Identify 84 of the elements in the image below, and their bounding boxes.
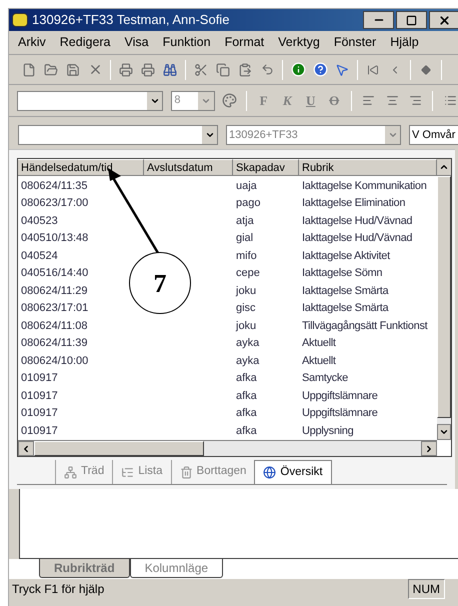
scroll-thumb[interactable] bbox=[34, 441, 204, 456]
table-cell-text: 080623/17:01 bbox=[20, 301, 88, 316]
menu-item[interactable]: Hjälp bbox=[390, 33, 419, 52]
table-cell-text: atja bbox=[235, 214, 255, 229]
view-tab[interactable]: Lista bbox=[112, 460, 171, 484]
table-cell-text: Aktuellt bbox=[301, 336, 337, 352]
trash-icon bbox=[180, 466, 193, 478]
maximize-button[interactable] bbox=[396, 11, 427, 29]
table-cell-text: 080624/10:00 bbox=[20, 354, 88, 369]
table-cell-text: Uppgiftslämnare bbox=[301, 406, 379, 422]
table-cell-text: afka bbox=[235, 371, 258, 386]
table-cell-text: afka bbox=[235, 388, 258, 404]
table-cell-text: Iakttagelse Hud/Vävnad bbox=[301, 214, 414, 229]
table-cell-text: Iakttagelse Smärta bbox=[301, 284, 390, 299]
table-cell-text: 010917 bbox=[20, 388, 58, 404]
table-cell-text: Samtycke bbox=[301, 371, 349, 386]
patient-dropdown[interactable]: 130926+TF33 bbox=[226, 125, 401, 145]
minimize-button[interactable] bbox=[363, 11, 394, 29]
num-lock-indicator: NUM bbox=[408, 578, 445, 598]
unit-dropdown[interactable]: V Omvår bbox=[409, 125, 458, 145]
app-icon bbox=[12, 13, 28, 27]
table-cell-text: mifo bbox=[235, 248, 258, 264]
table-cell-text: 040523 bbox=[20, 214, 58, 229]
table-cell-text: 010917 bbox=[20, 406, 58, 422]
menu-item[interactable]: Format bbox=[224, 33, 264, 52]
column-header[interactable]: Rubrik bbox=[299, 159, 437, 176]
table-cell-text: Tillvägagångsätt Funktionst bbox=[301, 318, 429, 334]
table-cell-text: Upplysning bbox=[301, 424, 354, 439]
table-cell-text: gisc bbox=[235, 301, 257, 316]
table-cell-text: ayka bbox=[235, 336, 260, 352]
globe-icon bbox=[263, 466, 276, 479]
table-cell-text: Iakttagelse Hud/Vävnad bbox=[301, 231, 414, 246]
menu-item[interactable]: Funktion bbox=[162, 33, 211, 52]
tree-icon bbox=[64, 466, 77, 478]
table-cell-text: 080624/11:39 bbox=[20, 336, 88, 352]
table-cell-text: 080624/11:08 bbox=[20, 318, 88, 334]
column-header[interactable]: Skapadav bbox=[233, 159, 299, 176]
column-header[interactable]: Avslutsdatum bbox=[144, 159, 233, 176]
record-type-dropdown[interactable] bbox=[18, 125, 218, 145]
table-cell-text: 010917 bbox=[20, 424, 58, 439]
bottom-tab[interactable]: Kolumnläge bbox=[130, 559, 224, 578]
table-cell-text: 040510/13:48 bbox=[20, 231, 88, 246]
horizontal-scrollbar[interactable] bbox=[18, 440, 437, 456]
table-cell-text: 080624/11:35 bbox=[20, 178, 88, 194]
font-dropdown[interactable] bbox=[17, 90, 164, 110]
list-icon bbox=[121, 466, 134, 478]
table-cell-text: Iakttagelse Kommunikation bbox=[301, 178, 428, 194]
window-title: 130926+TF33 Testman, Ann-Sofie bbox=[32, 11, 230, 30]
table-cell-text: 080624/11:29 bbox=[20, 284, 88, 299]
menu-item[interactable]: Verktyg bbox=[278, 33, 320, 52]
table-cell-text: Aktuellt bbox=[301, 354, 337, 369]
maximize-icon bbox=[406, 14, 417, 26]
table-cell-text: joku bbox=[234, 318, 258, 334]
scroll-right-button[interactable] bbox=[421, 441, 437, 456]
close-icon bbox=[438, 14, 451, 26]
table-cell-text: 080623/17:00 bbox=[20, 196, 88, 212]
scroll-up-button[interactable] bbox=[437, 159, 451, 176]
table-cell-text: Iakttagelse Aktivitet bbox=[301, 248, 392, 264]
table-cell-text: afka bbox=[235, 406, 258, 422]
menu-item[interactable]: Visa bbox=[124, 33, 149, 52]
close-button[interactable] bbox=[429, 11, 458, 29]
scroll-down-button[interactable] bbox=[437, 424, 451, 440]
menu-item[interactable]: Fönster bbox=[334, 33, 376, 52]
table-cell-text: 040516/14:40 bbox=[20, 266, 88, 282]
table-cell-text: 040524 bbox=[20, 248, 58, 264]
menu-item[interactable]: Arkiv bbox=[18, 33, 46, 52]
table-cell-text: ayka bbox=[235, 354, 260, 369]
view-tab[interactable]: Träd bbox=[55, 460, 112, 484]
table-cell-text: pago bbox=[235, 196, 262, 212]
menu-item[interactable]: Redigera bbox=[60, 33, 111, 52]
table-cell-text: 010917 bbox=[20, 371, 58, 386]
table-cell-text: afka bbox=[235, 424, 258, 439]
table-cell-text: Iakttagelse Elimination bbox=[301, 196, 406, 212]
table-cell-text: Iakttagelse Smärta bbox=[301, 301, 390, 316]
status-text: Tryck F1 för hjälp bbox=[12, 580, 104, 598]
table-cell-text: joku bbox=[234, 284, 258, 299]
table-cell-text: uaja bbox=[235, 178, 258, 194]
scroll-left-button[interactable] bbox=[18, 441, 34, 456]
view-tab[interactable]: Översikt bbox=[254, 460, 332, 484]
table-cell-text: Iakttagelse Sömn bbox=[301, 266, 384, 282]
table-cell-text: gial bbox=[235, 231, 254, 246]
table-cell-text: Uppgiftslämnare bbox=[301, 388, 379, 404]
table-cell-text: cepe bbox=[235, 266, 261, 282]
column-header[interactable]: Händelsedatum/tid bbox=[18, 159, 144, 176]
